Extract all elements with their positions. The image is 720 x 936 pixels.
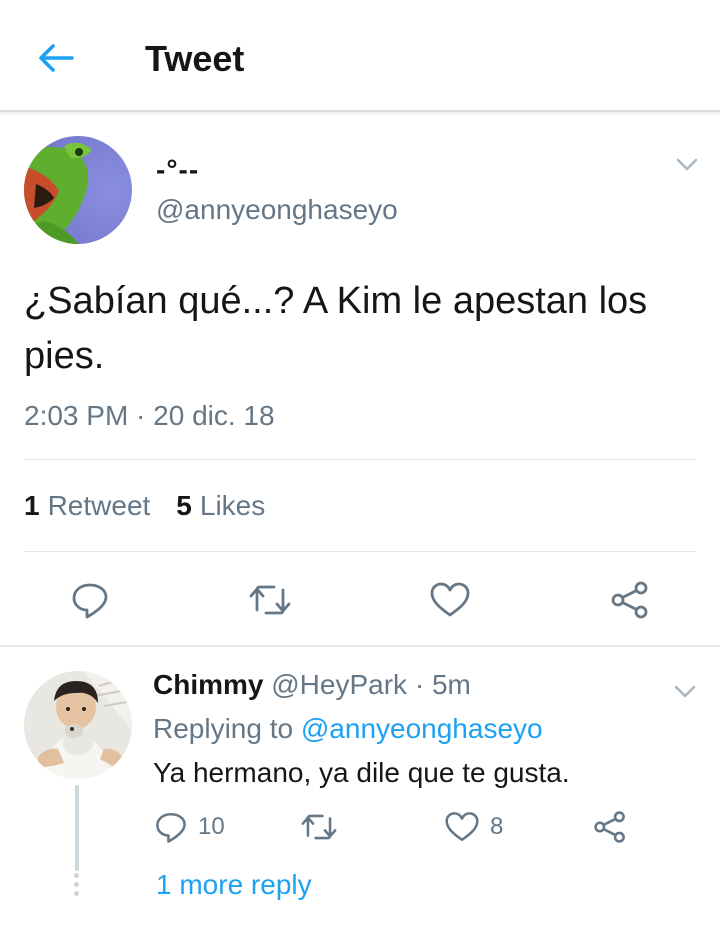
- reply-share-button[interactable]: [592, 807, 628, 847]
- tweet-menu-button[interactable]: [672, 152, 702, 176]
- replying-to-link[interactable]: @annyeonghaseyo: [301, 713, 543, 744]
- like-icon: [445, 812, 479, 842]
- tweet-actions: [0, 576, 720, 626]
- reply-reply-button[interactable]: 10: [154, 807, 225, 847]
- reply-handle[interactable]: @HeyPark: [271, 669, 407, 700]
- tweet-timestamp: 2:03 PM · 20 dic. 18: [24, 400, 275, 431]
- back-button[interactable]: [30, 36, 82, 80]
- likes-stat[interactable]: 5 Likes: [176, 490, 265, 522]
- retweets-count: 1: [24, 490, 40, 521]
- retweet-icon: [301, 814, 337, 840]
- divider: [24, 551, 696, 552]
- thread-dots: [74, 873, 80, 899]
- back-arrow-icon: [39, 44, 74, 72]
- chevron-down-icon: [674, 685, 696, 698]
- reply-button[interactable]: [66, 576, 114, 624]
- replying-prefix: Replying to: [153, 713, 294, 744]
- meta-separator: ·: [407, 669, 432, 700]
- display-name[interactable]: -°--: [156, 154, 199, 186]
- retweet-icon: [249, 585, 291, 615]
- retweets-label: Retweet: [47, 490, 151, 521]
- reply-time: 5m: [431, 669, 471, 700]
- reply-retweet-button[interactable]: [300, 807, 338, 847]
- reply-menu-button[interactable]: [670, 679, 700, 703]
- more-replies-link[interactable]: 1 more reply: [156, 869, 312, 901]
- replying-to: Replying to @annyeonghaseyo: [153, 713, 543, 745]
- like-icon: [430, 582, 470, 617]
- chevron-down-icon: [676, 158, 698, 171]
- kermit-avatar-image: [24, 136, 132, 244]
- like-button[interactable]: [426, 576, 474, 624]
- retweets-stat[interactable]: 1 Retweet: [24, 490, 150, 522]
- reply-avatar-image: [24, 671, 132, 779]
- reply-like-button[interactable]: 8: [444, 807, 503, 847]
- thread-line: [75, 785, 79, 871]
- reply-icon: [156, 812, 186, 843]
- reply-display-name[interactable]: Chimmy: [153, 669, 263, 700]
- reply-header: Chimmy @HeyPark · 5m: [153, 669, 471, 701]
- share-button[interactable]: [606, 576, 654, 624]
- avatar[interactable]: [24, 671, 132, 779]
- likes-count: 5: [176, 490, 192, 521]
- likes-label: Likes: [199, 490, 266, 521]
- retweet-button[interactable]: [246, 576, 294, 624]
- tweet-text: ¿Sabían qué...? A Kim le apestan los pie…: [24, 280, 648, 377]
- top-app-bar: Tweet: [0, 0, 720, 112]
- tweet-stats: 1 Retweet 5 Likes: [24, 490, 265, 522]
- user-handle[interactable]: @annyeonghaseyo: [156, 194, 398, 226]
- reply-text: Ya hermano, ya dile que te gusta.: [153, 757, 570, 788]
- reply-icon: [72, 583, 108, 619]
- share-icon: [611, 581, 648, 619]
- like-count: 8: [490, 813, 504, 840]
- share-icon: [594, 811, 625, 843]
- page-title: Tweet: [145, 38, 245, 79]
- reply-count: 10: [198, 813, 225, 840]
- reply-tweet[interactable]: Chimmy @HeyPark · 5m Replying to @annyeo…: [0, 647, 720, 936]
- divider: [24, 459, 696, 460]
- avatar[interactable]: [24, 136, 132, 244]
